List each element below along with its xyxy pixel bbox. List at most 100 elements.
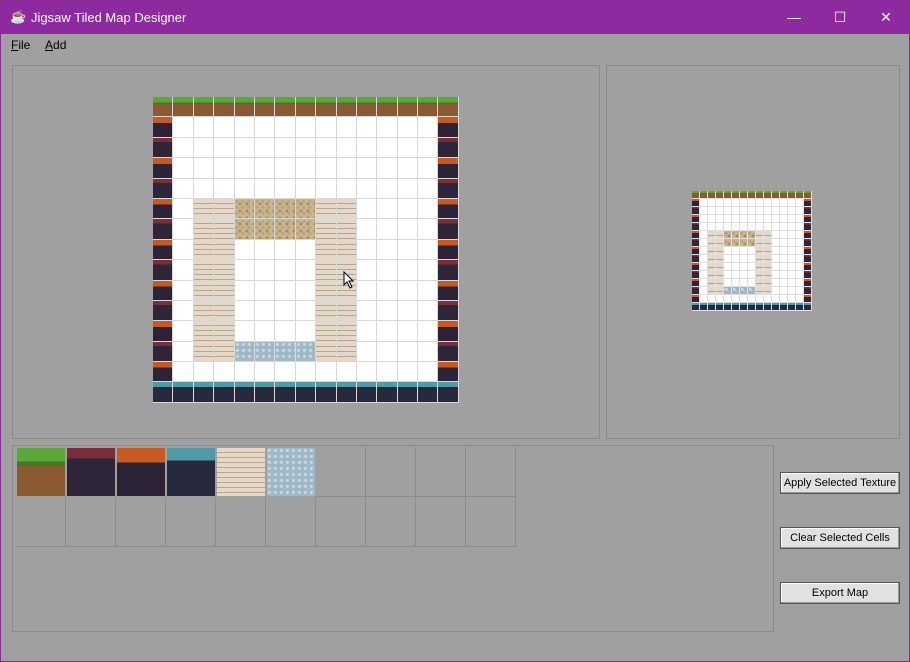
map-cell-empty[interactable] bbox=[397, 260, 419, 281]
map-cell-brick[interactable] bbox=[336, 219, 357, 240]
map-cell-empty[interactable] bbox=[234, 137, 255, 159]
map-cell-empty[interactable] bbox=[397, 117, 419, 138]
map-cell-empty[interactable] bbox=[377, 300, 398, 322]
map-cell-ice[interactable] bbox=[336, 382, 357, 403]
map-cell-empty[interactable] bbox=[377, 362, 398, 383]
map-cell-empty[interactable] bbox=[397, 198, 419, 220]
map-cell-empty[interactable] bbox=[295, 280, 317, 301]
map-cell-empty[interactable] bbox=[214, 137, 235, 159]
map-cell-empty[interactable] bbox=[377, 341, 398, 363]
map-cell-empty[interactable] bbox=[254, 178, 276, 199]
map-cell-dark[interactable] bbox=[438, 300, 459, 322]
map-cell-empty[interactable] bbox=[254, 321, 276, 342]
map-cell-ice[interactable] bbox=[275, 382, 296, 403]
map-cell-grass[interactable] bbox=[377, 97, 398, 118]
map-cell-empty[interactable] bbox=[397, 178, 419, 199]
map-cell-empty[interactable] bbox=[356, 260, 378, 281]
map-cell-empty[interactable] bbox=[214, 178, 235, 199]
minimize-button[interactable]: — bbox=[771, 1, 817, 34]
map-cell-brick[interactable] bbox=[214, 300, 235, 322]
map-cell-empty[interactable] bbox=[295, 158, 317, 179]
map-cell-empty[interactable] bbox=[173, 321, 194, 342]
map-cell-empty[interactable] bbox=[377, 219, 398, 240]
map-cell-empty[interactable] bbox=[397, 137, 419, 159]
map-cell-empty[interactable] bbox=[295, 300, 317, 322]
map-cell-sand[interactable] bbox=[234, 198, 255, 220]
map-cell-empty[interactable] bbox=[234, 280, 255, 301]
map-cell-empty[interactable] bbox=[356, 362, 378, 383]
map-cell-empty[interactable] bbox=[254, 137, 276, 159]
map-cell-lava[interactable] bbox=[153, 117, 174, 138]
map-cell-lava[interactable] bbox=[438, 280, 459, 301]
map-cell-lava[interactable] bbox=[153, 280, 174, 301]
map-cell-brick[interactable] bbox=[193, 321, 215, 342]
map-cell-empty[interactable] bbox=[173, 300, 194, 322]
map-cell-brick[interactable] bbox=[193, 300, 215, 322]
texture-swatch-grass[interactable] bbox=[17, 448, 65, 496]
map-cell-brick[interactable] bbox=[214, 321, 235, 342]
map-cell-empty[interactable] bbox=[418, 300, 439, 322]
map-cell-empty[interactable] bbox=[397, 321, 419, 342]
map-cell-ice[interactable] bbox=[356, 382, 378, 403]
map-cell-dark[interactable] bbox=[153, 178, 174, 199]
map-cell-dark[interactable] bbox=[153, 300, 174, 322]
map-cell-empty[interactable] bbox=[234, 158, 255, 179]
texture-palette-grid[interactable] bbox=[16, 447, 516, 547]
map-cell-brick[interactable] bbox=[214, 260, 235, 281]
map-cell-brick[interactable] bbox=[316, 321, 337, 342]
map-cell-empty[interactable] bbox=[214, 158, 235, 179]
map-cell-empty[interactable] bbox=[418, 239, 439, 261]
texture-slot-empty[interactable] bbox=[416, 497, 466, 547]
map-cell-empty[interactable] bbox=[234, 260, 255, 281]
map-cell-empty[interactable] bbox=[173, 219, 194, 240]
map-cell-empty[interactable] bbox=[234, 239, 255, 261]
map-cell-brick[interactable] bbox=[316, 280, 337, 301]
map-cell-dark[interactable] bbox=[438, 341, 459, 363]
map-cell-empty[interactable] bbox=[275, 362, 296, 383]
map-cell-empty[interactable] bbox=[295, 321, 317, 342]
map-cell-dark[interactable] bbox=[153, 219, 174, 240]
map-cell-grass[interactable] bbox=[418, 97, 439, 118]
map-cell-empty[interactable] bbox=[193, 178, 215, 199]
map-cell-empty[interactable] bbox=[356, 321, 378, 342]
map-cell-empty[interactable] bbox=[295, 137, 317, 159]
map-cell-dark[interactable] bbox=[438, 137, 459, 159]
texture-slot-empty[interactable] bbox=[66, 497, 116, 547]
map-cell-empty[interactable] bbox=[418, 321, 439, 342]
map-cell-brick[interactable] bbox=[336, 321, 357, 342]
map-cell-empty[interactable] bbox=[173, 117, 194, 138]
map-cell-empty[interactable] bbox=[418, 178, 439, 199]
texture-slot-empty[interactable] bbox=[116, 497, 166, 547]
map-cell-empty[interactable] bbox=[418, 362, 439, 383]
map-cell-empty[interactable] bbox=[234, 362, 255, 383]
map-cell-empty[interactable] bbox=[295, 362, 317, 383]
map-cell-grass[interactable] bbox=[173, 97, 194, 118]
map-cell-empty[interactable] bbox=[397, 158, 419, 179]
map-cell-empty[interactable] bbox=[418, 260, 439, 281]
texture-slot-empty[interactable] bbox=[416, 447, 466, 497]
map-cell-sand[interactable] bbox=[275, 219, 296, 240]
map-cell-lava[interactable] bbox=[438, 362, 459, 383]
texture-slot-empty[interactable] bbox=[216, 497, 266, 547]
map-cell-empty[interactable] bbox=[254, 260, 276, 281]
map-cell-ice[interactable] bbox=[173, 382, 194, 403]
map-cell-brick[interactable] bbox=[336, 239, 357, 261]
map-cell-empty[interactable] bbox=[173, 137, 194, 159]
map-cell-brick[interactable] bbox=[193, 239, 215, 261]
map-cell-empty[interactable] bbox=[418, 117, 439, 138]
map-cell-water[interactable] bbox=[254, 341, 276, 363]
map-cell-lava[interactable] bbox=[153, 198, 174, 220]
map-cell-ice[interactable] bbox=[438, 382, 459, 403]
map-cell-grass[interactable] bbox=[193, 97, 215, 118]
map-cell-lava[interactable] bbox=[438, 198, 459, 220]
map-cell-sand[interactable] bbox=[295, 219, 317, 240]
map-cell-lava[interactable] bbox=[153, 239, 174, 261]
map-cell-brick[interactable] bbox=[214, 280, 235, 301]
map-cell-brick[interactable] bbox=[316, 300, 337, 322]
texture-slot-empty[interactable] bbox=[316, 497, 366, 547]
map-cell-sand[interactable] bbox=[275, 198, 296, 220]
map-cell-empty[interactable] bbox=[356, 219, 378, 240]
map-cell-lava[interactable] bbox=[438, 158, 459, 179]
map-cell-empty[interactable] bbox=[316, 178, 337, 199]
map-cell-empty[interactable] bbox=[234, 117, 255, 138]
